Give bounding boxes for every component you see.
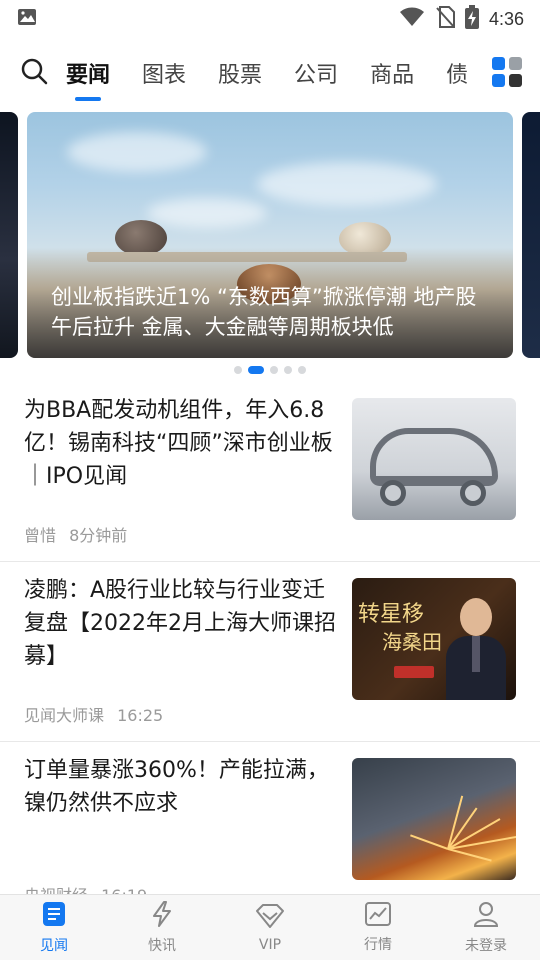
banner-carousel[interactable]: 创业板指跌近1% “东数西算”掀涨停潮 地产股午后拉升 金属、大金融等周期板块低 xyxy=(0,112,540,360)
news-source: 曾惜 xyxy=(24,526,57,545)
bottom-nav-label: 快讯 xyxy=(148,937,176,954)
speaker-portrait xyxy=(446,592,506,700)
channel-grid-icon[interactable] xyxy=(490,55,524,89)
tab-companies[interactable]: 公司 xyxy=(294,43,338,103)
poster-text: 转星移 xyxy=(358,602,425,627)
car-frame-image xyxy=(370,428,498,486)
banner-slide[interactable]: 创业板指跌近1% “东数西算”掀涨停潮 地产股午后拉升 金属、大金融等周期板块低 xyxy=(27,112,513,358)
status-time: 4:36 xyxy=(488,8,524,29)
bottom-nav-label: 见闻 xyxy=(40,937,68,954)
channel-tabs: 要闻 图表 股票 公司 商品 债 xyxy=(66,43,478,103)
poster-button-image xyxy=(394,666,434,678)
search-icon xyxy=(20,57,48,89)
news-title: 订单量暴涨360%！产能拉满，镍仍然供不应求 xyxy=(24,758,329,816)
car-wheel-image xyxy=(460,480,486,506)
battery-charging-icon xyxy=(464,5,479,33)
news-meta: 见闻大师课 16:25 xyxy=(24,702,163,726)
tab-commodities[interactable]: 商品 xyxy=(370,43,414,103)
status-bar: 4:36 xyxy=(0,0,540,38)
banner-title: 创业板指跌近1% “东数西算”掀涨停潮 地产股午后拉升 金属、大金融等周期板块低 xyxy=(51,285,477,339)
document-icon xyxy=(42,901,66,931)
bottom-nav-vip[interactable]: VIP xyxy=(216,895,324,960)
bottom-nav-label: VIP xyxy=(258,936,282,953)
news-thumbnail: 转星移 海桑田 xyxy=(352,578,516,700)
wifi-icon xyxy=(399,7,425,31)
car-wheel-image xyxy=(380,480,406,506)
news-source: 见闻大师课 xyxy=(24,706,105,725)
prev-banner-peek[interactable] xyxy=(0,112,18,358)
image-notification-icon xyxy=(16,6,38,32)
tab-stocks[interactable]: 股票 xyxy=(218,43,262,103)
no-sim-icon xyxy=(435,6,455,32)
carousel-dot xyxy=(298,366,306,374)
bottom-nav-flash[interactable]: 快讯 xyxy=(108,895,216,960)
poster-text: 海桑田 xyxy=(382,630,442,654)
user-icon xyxy=(473,901,499,931)
chart-icon xyxy=(365,901,391,930)
diamond-icon xyxy=(255,903,285,933)
lightning-icon xyxy=(150,900,174,931)
news-thumbnail xyxy=(352,758,516,880)
bottom-nav-label: 未登录 xyxy=(465,937,507,954)
carousel-dot xyxy=(284,366,292,374)
carousel-dot-active xyxy=(248,366,264,374)
bottom-nav-account[interactable]: 未登录 xyxy=(432,895,540,960)
news-title: 为BBA配发动机组件，年入6.8亿！锡南科技“四顾”深市创业板｜IPO见闻 xyxy=(24,398,333,489)
news-list: 为BBA配发动机组件，年入6.8亿！锡南科技“四顾”深市创业板｜IPO见闻 曾惜… xyxy=(0,382,540,922)
bottom-nav-news[interactable]: 见闻 xyxy=(0,895,108,960)
carousel-indicator xyxy=(0,366,540,374)
carousel-dot xyxy=(234,366,242,374)
carousel-dot xyxy=(270,366,278,374)
bottom-nav-market[interactable]: 行情 xyxy=(324,895,432,960)
news-item[interactable]: 凌鹏：A股行业比较与行业变迁复盘【2022年2月上海大师课招募】 见闻大师课 1… xyxy=(0,562,540,742)
bottom-nav-label: 行情 xyxy=(364,936,392,953)
top-nav: 要闻 图表 股票 公司 商品 债 xyxy=(0,40,540,106)
news-meta: 曾惜 8分钟前 xyxy=(24,522,127,546)
tab-bonds[interactable]: 债 xyxy=(446,43,468,103)
news-item[interactable]: 为BBA配发动机组件，年入6.8亿！锡南科技“四顾”深市创业板｜IPO见闻 曾惜… xyxy=(0,382,540,562)
tab-headlines[interactable]: 要闻 xyxy=(66,43,110,103)
news-thumbnail xyxy=(352,398,516,520)
next-banner-peek[interactable] xyxy=(522,112,540,358)
tab-charts[interactable]: 图表 xyxy=(142,43,186,103)
news-title: 凌鹏：A股行业比较与行业变迁复盘【2022年2月上海大师课招募】 xyxy=(24,578,336,669)
news-time: 8分钟前 xyxy=(69,526,128,545)
search-button[interactable] xyxy=(2,43,66,103)
news-time: 16:25 xyxy=(117,706,164,725)
bottom-nav: 见闻 快讯 VIP 行情 未登录 xyxy=(0,894,540,960)
